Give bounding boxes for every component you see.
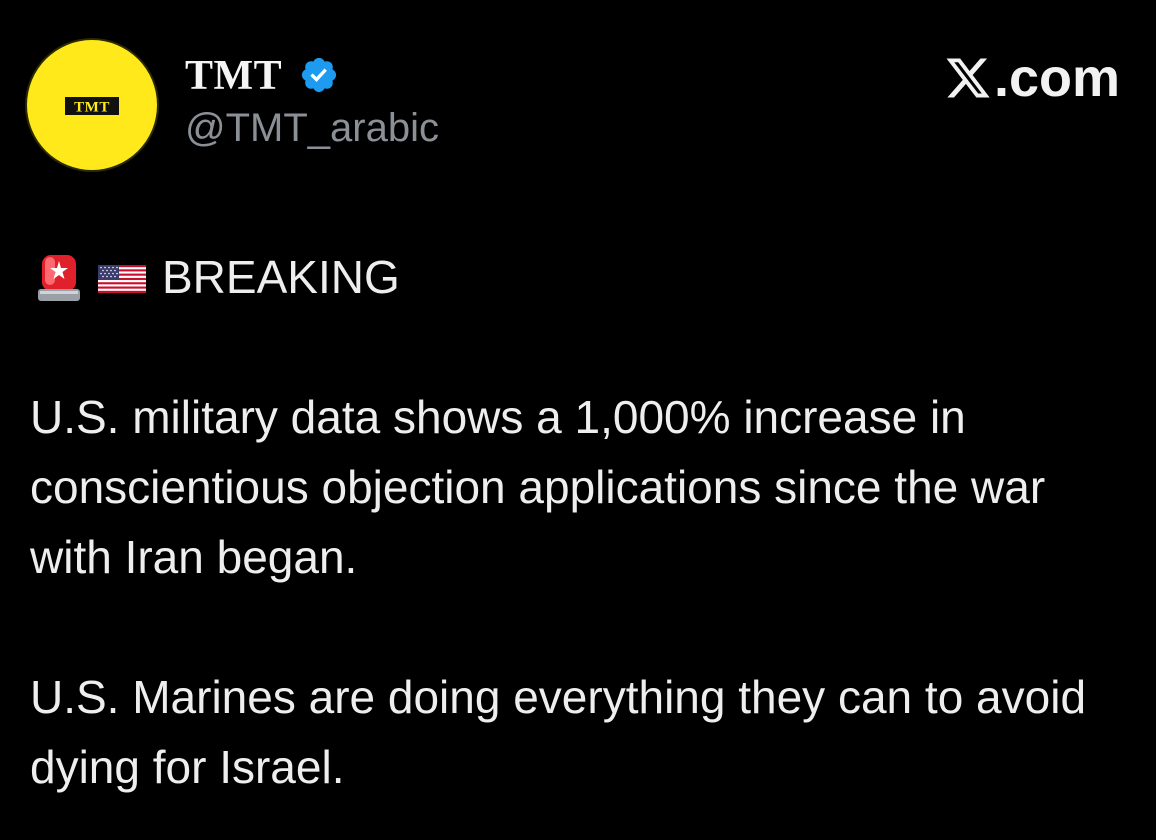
breaking-line: BREAKING xyxy=(36,247,400,307)
us-flag-icon xyxy=(98,265,146,293)
post-body-paragraph-2: U.S. Marines are doing everything they c… xyxy=(30,671,1087,793)
author-display-name[interactable]: TMT xyxy=(185,52,282,100)
post-body-paragraph-1: U.S. military data shows a 1,000% increa… xyxy=(30,391,1046,583)
x-com-watermark: .com xyxy=(944,50,1120,106)
x-logo-icon xyxy=(946,58,990,98)
svg-text:TMT: TMT xyxy=(74,100,110,116)
brand-domain-text: .com xyxy=(993,48,1120,108)
verified-badge-icon xyxy=(301,57,337,93)
avatar[interactable]: TMT xyxy=(27,40,157,170)
rotating-light-icon xyxy=(38,255,80,301)
author-handle[interactable]: @TMT_arabic xyxy=(185,104,439,152)
breaking-label: BREAKING xyxy=(162,251,400,303)
tmt-logo-icon: TMT xyxy=(65,97,119,115)
post-header: TMT TMT @TMT_arabic .com xyxy=(0,0,1156,200)
